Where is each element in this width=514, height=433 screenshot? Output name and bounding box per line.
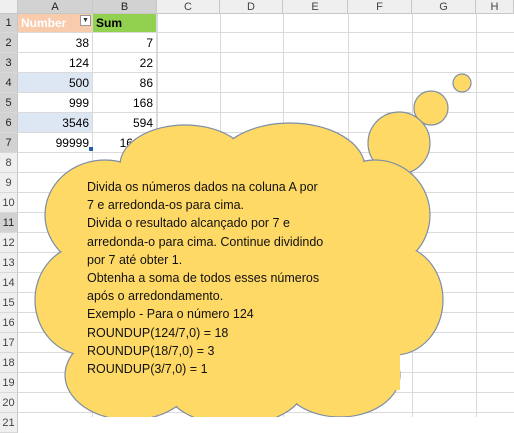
callout-instructions-text: Divida os números dados na coluna A por … — [87, 180, 324, 377]
